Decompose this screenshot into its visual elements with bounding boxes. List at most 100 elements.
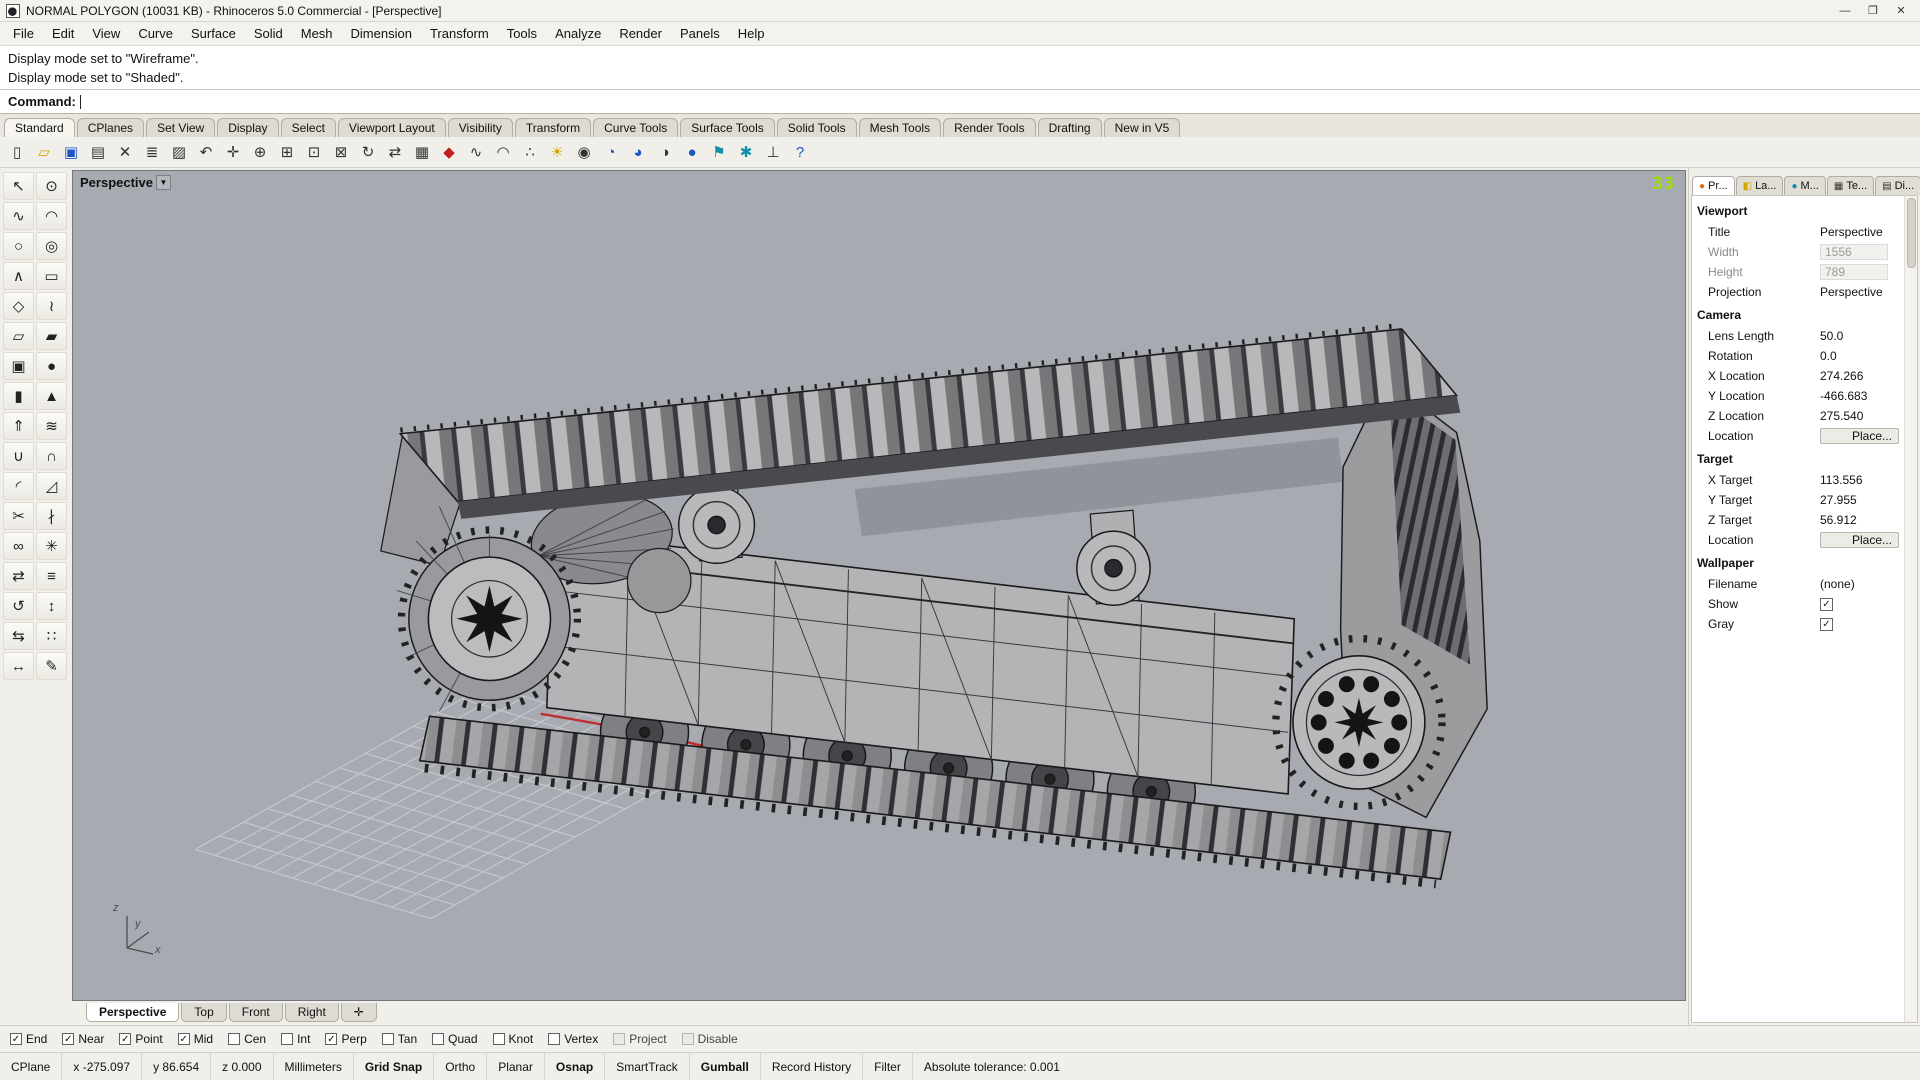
osnap-tan[interactable]: Tan bbox=[381, 1032, 417, 1046]
section-target[interactable]: Target bbox=[1692, 448, 1904, 470]
perspective-viewport[interactable]: Perspective ▼ 33 z y x bbox=[72, 170, 1686, 1001]
viewport-menu-dropdown-icon[interactable]: ▼ bbox=[156, 175, 171, 190]
status-y[interactable]: y 86.654 bbox=[142, 1053, 212, 1080]
boolean-difference-icon[interactable]: ∩ bbox=[36, 442, 67, 470]
status-cplane[interactable]: CPlane bbox=[0, 1053, 63, 1080]
box-icon[interactable]: ▣ bbox=[3, 352, 34, 380]
axis-align-icon[interactable]: ⊥ bbox=[760, 139, 786, 165]
osnap-checkbox[interactable] bbox=[432, 1033, 445, 1045]
status-record-history[interactable]: Record History bbox=[761, 1053, 864, 1080]
tab-viewport-layout[interactable]: Viewport Layout bbox=[337, 118, 446, 137]
maximize-button[interactable]: ❐ bbox=[1860, 2, 1886, 20]
property-value[interactable]: 50.0 bbox=[1820, 329, 1904, 343]
row-projection[interactable]: Projection Perspective bbox=[1692, 282, 1904, 302]
row-rotation[interactable]: Rotation 0.0 bbox=[1692, 346, 1904, 366]
viewport-tab-top[interactable]: Top bbox=[181, 1003, 227, 1022]
grid-options-icon[interactable]: ▦ bbox=[409, 139, 435, 165]
move-object-icon[interactable]: ⇄ bbox=[3, 562, 34, 590]
curve-icon[interactable]: ∿ bbox=[3, 202, 34, 230]
tab-solid-tools[interactable]: Solid Tools bbox=[776, 118, 857, 137]
help-icon[interactable]: ? bbox=[787, 139, 813, 165]
status-osnap[interactable]: Osnap bbox=[545, 1053, 606, 1080]
property-value[interactable]: ✓ bbox=[1820, 597, 1833, 611]
render-shaded-sphere-icon[interactable]: ◕ bbox=[625, 139, 651, 165]
osnap-checkbox[interactable] bbox=[62, 1033, 75, 1045]
row-filename[interactable]: Filename (none) bbox=[1692, 574, 1904, 594]
chamfer-icon[interactable]: ◿ bbox=[36, 472, 67, 500]
mirror-icon[interactable]: ⇆ bbox=[3, 622, 34, 650]
menu-tools[interactable]: Tools bbox=[498, 23, 546, 44]
tab-curve-tools[interactable]: Curve Tools bbox=[593, 118, 679, 137]
delete-icon[interactable]: ✕ bbox=[112, 139, 138, 165]
annotate-icon[interactable]: ✎ bbox=[36, 652, 67, 680]
row-height[interactable]: Height 789 bbox=[1692, 262, 1904, 282]
osnap-checkbox[interactable] bbox=[548, 1033, 561, 1045]
menu-transform[interactable]: Transform bbox=[421, 23, 498, 44]
tab-display[interactable]: Display bbox=[217, 118, 279, 137]
osnap-checkbox[interactable] bbox=[613, 1033, 626, 1045]
polygon-icon[interactable]: ◇ bbox=[3, 292, 34, 320]
panel-scrollbar-thumb[interactable] bbox=[1907, 198, 1916, 268]
property-value[interactable]: 0.0 bbox=[1820, 349, 1904, 363]
row-target-location[interactable]: Location Place... bbox=[1692, 530, 1904, 550]
panel-tab-materials[interactable]: ● M... bbox=[1784, 176, 1826, 195]
polyline-icon[interactable]: ∧ bbox=[3, 262, 34, 290]
tab-cplanes[interactable]: CPlanes bbox=[76, 118, 145, 137]
tab-select[interactable]: Select bbox=[280, 118, 336, 137]
select-icon[interactable]: ↖ bbox=[3, 172, 34, 200]
menu-help[interactable]: Help bbox=[729, 23, 774, 44]
render-ghosted-sphere-icon[interactable]: ◑ bbox=[652, 139, 678, 165]
status-z[interactable]: z 0.000 bbox=[211, 1053, 274, 1080]
menu-edit[interactable]: Edit bbox=[43, 23, 83, 44]
row-y-target[interactable]: Y Target 27.955 bbox=[1692, 490, 1904, 510]
menu-file[interactable]: File bbox=[4, 23, 43, 44]
fillet-icon[interactable]: ◜ bbox=[3, 472, 34, 500]
zoom-window-icon[interactable]: ⊞ bbox=[274, 139, 300, 165]
status-planar[interactable]: Planar bbox=[487, 1053, 545, 1080]
menu-dimension[interactable]: Dimension bbox=[342, 23, 421, 44]
new-viewport-tab[interactable]: ✛ bbox=[340, 1003, 377, 1022]
osnap-near[interactable]: Near bbox=[62, 1032, 104, 1046]
new-file-icon[interactable]: ▯ bbox=[4, 139, 30, 165]
print-icon[interactable]: ▤ bbox=[85, 139, 111, 165]
tab-drafting[interactable]: Drafting bbox=[1037, 118, 1102, 137]
arc-utility-icon[interactable]: ◠ bbox=[490, 139, 516, 165]
boolean-union-icon[interactable]: ∪ bbox=[3, 442, 34, 470]
pan-icon[interactable]: ✛ bbox=[220, 139, 246, 165]
render-raytrace-sphere-icon[interactable]: ● bbox=[679, 139, 705, 165]
row-show[interactable]: Show ✓ bbox=[1692, 594, 1904, 614]
panel-tab-properties[interactable]: ● Pr... bbox=[1692, 176, 1735, 195]
render-wireframe-sphere-icon[interactable]: ◔ bbox=[598, 139, 624, 165]
section-camera[interactable]: Camera bbox=[1692, 304, 1904, 326]
row-x-target[interactable]: X Target 113.556 bbox=[1692, 470, 1904, 490]
save-file-icon[interactable]: ▣ bbox=[58, 139, 84, 165]
paste-icon[interactable]: ▨ bbox=[166, 139, 192, 165]
row-x-location[interactable]: X Location 274.266 bbox=[1692, 366, 1904, 386]
extrude-icon[interactable]: ⇑ bbox=[3, 412, 34, 440]
zoom-extents-icon[interactable]: ⊠ bbox=[328, 139, 354, 165]
curve-utility-icon[interactable]: ∿ bbox=[463, 139, 489, 165]
property-value[interactable]: 1556 bbox=[1820, 244, 1888, 260]
points-on-icon[interactable]: ∴ bbox=[517, 139, 543, 165]
menu-render[interactable]: Render bbox=[610, 23, 671, 44]
cylinder-icon[interactable]: ▮ bbox=[3, 382, 34, 410]
status-gumball[interactable]: Gumball bbox=[690, 1053, 761, 1080]
menu-curve[interactable]: Curve bbox=[129, 23, 182, 44]
split-icon[interactable]: ∤ bbox=[36, 502, 67, 530]
ellipse-icon[interactable]: ◎ bbox=[36, 232, 67, 260]
panel-tab-layers[interactable]: ◧ La... bbox=[1735, 176, 1784, 195]
tab-visibility[interactable]: Visibility bbox=[447, 118, 513, 137]
osnap-checkbox[interactable] bbox=[228, 1033, 241, 1045]
osnap-mid[interactable]: Mid bbox=[177, 1032, 213, 1046]
osnap-point[interactable]: Point bbox=[119, 1032, 163, 1046]
arc-icon[interactable]: ◠ bbox=[36, 202, 67, 230]
viewport-tab-right[interactable]: Right bbox=[284, 1003, 339, 1022]
tab-set-view[interactable]: Set View bbox=[146, 118, 216, 137]
osnap-end[interactable]: End bbox=[10, 1032, 47, 1046]
light-icon[interactable]: ☀ bbox=[544, 139, 570, 165]
osnap-project[interactable]: Project bbox=[613, 1032, 667, 1046]
property-value[interactable]: Perspective bbox=[1820, 285, 1904, 299]
panel-tab-texture[interactable]: ▦ Te... bbox=[1826, 176, 1875, 195]
tab-mesh-tools[interactable]: Mesh Tools bbox=[858, 118, 942, 137]
menu-panels[interactable]: Panels bbox=[671, 23, 729, 44]
